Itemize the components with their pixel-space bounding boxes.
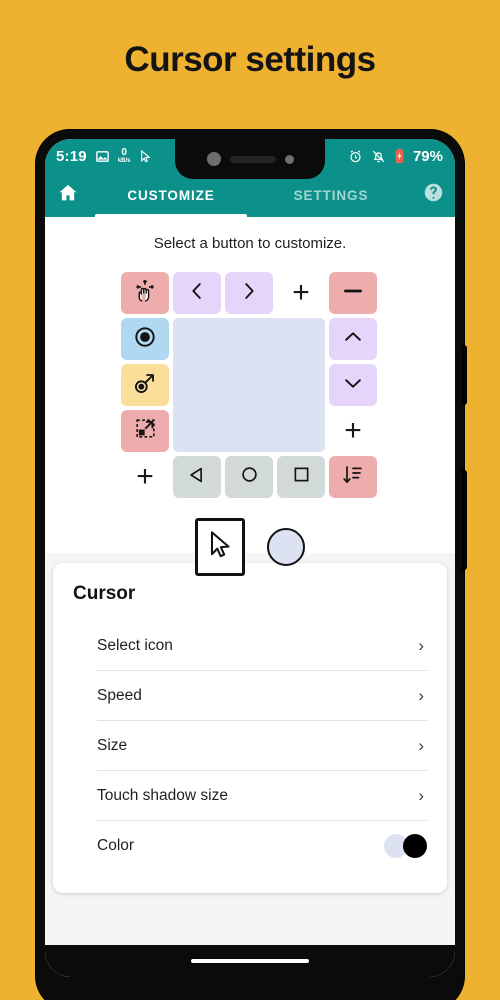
customize-panel: Select a button to customize. + + + [45, 217, 455, 576]
network-speed-value: 0 [121, 147, 127, 158]
chevron-up-icon [342, 326, 364, 353]
page-title: Cursor settings [124, 40, 376, 79]
status-bar-left: 5:19 0 kB/s [45, 148, 152, 165]
image-icon [95, 149, 110, 164]
help-circle-icon [423, 182, 444, 208]
phone-notch [175, 139, 325, 179]
drag-arrow-icon [132, 370, 158, 401]
app-bar: CUSTOMIZE SETTINGS [45, 173, 455, 217]
add-button-top[interactable]: + [277, 272, 325, 314]
phone-frame: 5:19 0 kB/s 79% CUSTOMIZE SETTINGS Selec… [36, 130, 467, 1000]
hint-text: Select a button to customize. [153, 235, 347, 252]
settings-section: Cursor Select icon › Speed › Size › Touc… [45, 553, 455, 977]
row-color[interactable]: Color [97, 821, 427, 871]
back-button[interactable] [173, 456, 221, 498]
chevron-left-icon [186, 280, 208, 307]
status-bar-right: 79% [348, 148, 455, 165]
left-button[interactable] [173, 272, 221, 314]
tab-settings[interactable]: SETTINGS [251, 173, 411, 217]
right-button[interactable] [225, 272, 273, 314]
chevron-right-icon: › [418, 635, 424, 655]
minus-button[interactable] [329, 272, 377, 314]
cursor-icon-preview[interactable] [195, 518, 245, 576]
settings-rows: Select icon › Speed › Size › Touch shado… [73, 621, 427, 871]
cursor-pointer-icon [139, 149, 152, 164]
tab-settings-label: SETTINGS [293, 187, 369, 203]
row-select-icon-label: Select icon [97, 636, 173, 654]
nav-back-icon [186, 464, 208, 491]
pan-button[interactable] [121, 272, 169, 314]
status-bar: 5:19 0 kB/s 79% [45, 139, 455, 179]
arrow-cursor-icon [207, 530, 233, 565]
row-size-label: Size [97, 736, 128, 754]
system-nav-bar [45, 945, 455, 977]
network-speed-icon: 0 kB/s [117, 147, 131, 165]
phone-screen: 5:19 0 kB/s 79% CUSTOMIZE SETTINGS Selec… [45, 139, 455, 977]
battery-icon [394, 148, 405, 164]
home-gesture-pill[interactable] [191, 959, 309, 963]
plus-icon: + [136, 460, 154, 493]
tab-bar: CUSTOMIZE SETTINGS [91, 173, 411, 217]
add-button-bottom[interactable]: + [121, 456, 169, 498]
chevron-down-icon [342, 372, 364, 399]
alarm-icon [348, 149, 363, 164]
color-swatches[interactable] [384, 834, 427, 858]
status-time: 5:19 [56, 147, 87, 165]
down-button[interactable] [329, 364, 377, 406]
nav-recents-icon [291, 464, 312, 490]
chevron-right-icon: › [418, 735, 424, 755]
phone-volume-button[interactable] [462, 345, 467, 405]
chevron-right-icon [238, 280, 260, 307]
minus-icon [340, 278, 366, 309]
row-speed[interactable]: Speed › [97, 671, 427, 721]
home-icon [57, 182, 79, 209]
pan-hand-icon [132, 278, 158, 309]
home-nav-button[interactable] [225, 456, 273, 498]
up-button[interactable] [329, 318, 377, 360]
tab-customize[interactable]: CUSTOMIZE [91, 173, 251, 217]
row-touch-shadow-size[interactable]: Touch shadow size › [97, 771, 427, 821]
plus-icon: + [292, 276, 310, 309]
pull-down-icon [341, 463, 365, 492]
click-target-icon [132, 324, 158, 355]
color-swatch-dark[interactable] [403, 834, 427, 858]
battery-percent: 79% [412, 147, 443, 165]
resize-button[interactable] [121, 410, 169, 452]
cursor-settings-card: Cursor Select icon › Speed › Size › Touc… [53, 563, 447, 893]
card-title: Cursor [73, 583, 136, 604]
resize-expand-icon [133, 416, 158, 446]
touch-shadow-circle-icon[interactable] [267, 528, 305, 566]
help-button[interactable] [411, 182, 455, 208]
nav-home-icon [239, 464, 260, 490]
chevron-right-icon: › [418, 685, 424, 705]
plus-icon: + [344, 414, 362, 447]
app-home-button[interactable] [45, 182, 91, 209]
row-touch-shadow-size-label: Touch shadow size [97, 786, 228, 804]
network-speed-unit: kB/s [117, 158, 131, 164]
row-speed-label: Speed [97, 686, 142, 704]
recents-button[interactable] [277, 456, 325, 498]
notifications-button[interactable] [329, 456, 377, 498]
chevron-right-icon: › [418, 785, 424, 805]
proximity-sensor [284, 154, 294, 164]
row-color-label: Color [97, 837, 135, 854]
tab-customize-label: CUSTOMIZE [127, 187, 215, 203]
earpiece-speaker [229, 155, 276, 163]
row-select-icon[interactable]: Select icon › [97, 621, 427, 671]
touchpad-area[interactable] [173, 318, 325, 452]
row-size[interactable]: Size › [97, 721, 427, 771]
notifications-off-icon [371, 149, 386, 164]
click-button[interactable] [121, 318, 169, 360]
button-grid: + + + [121, 272, 379, 498]
drag-button[interactable] [121, 364, 169, 406]
add-button-right[interactable]: + [329, 410, 377, 452]
screenshot-root: Cursor settings 5:19 0 kB/s 79% CUSTOMIZ… [0, 0, 500, 1000]
phone-power-button[interactable] [462, 470, 467, 570]
front-camera-icon [206, 152, 221, 166]
